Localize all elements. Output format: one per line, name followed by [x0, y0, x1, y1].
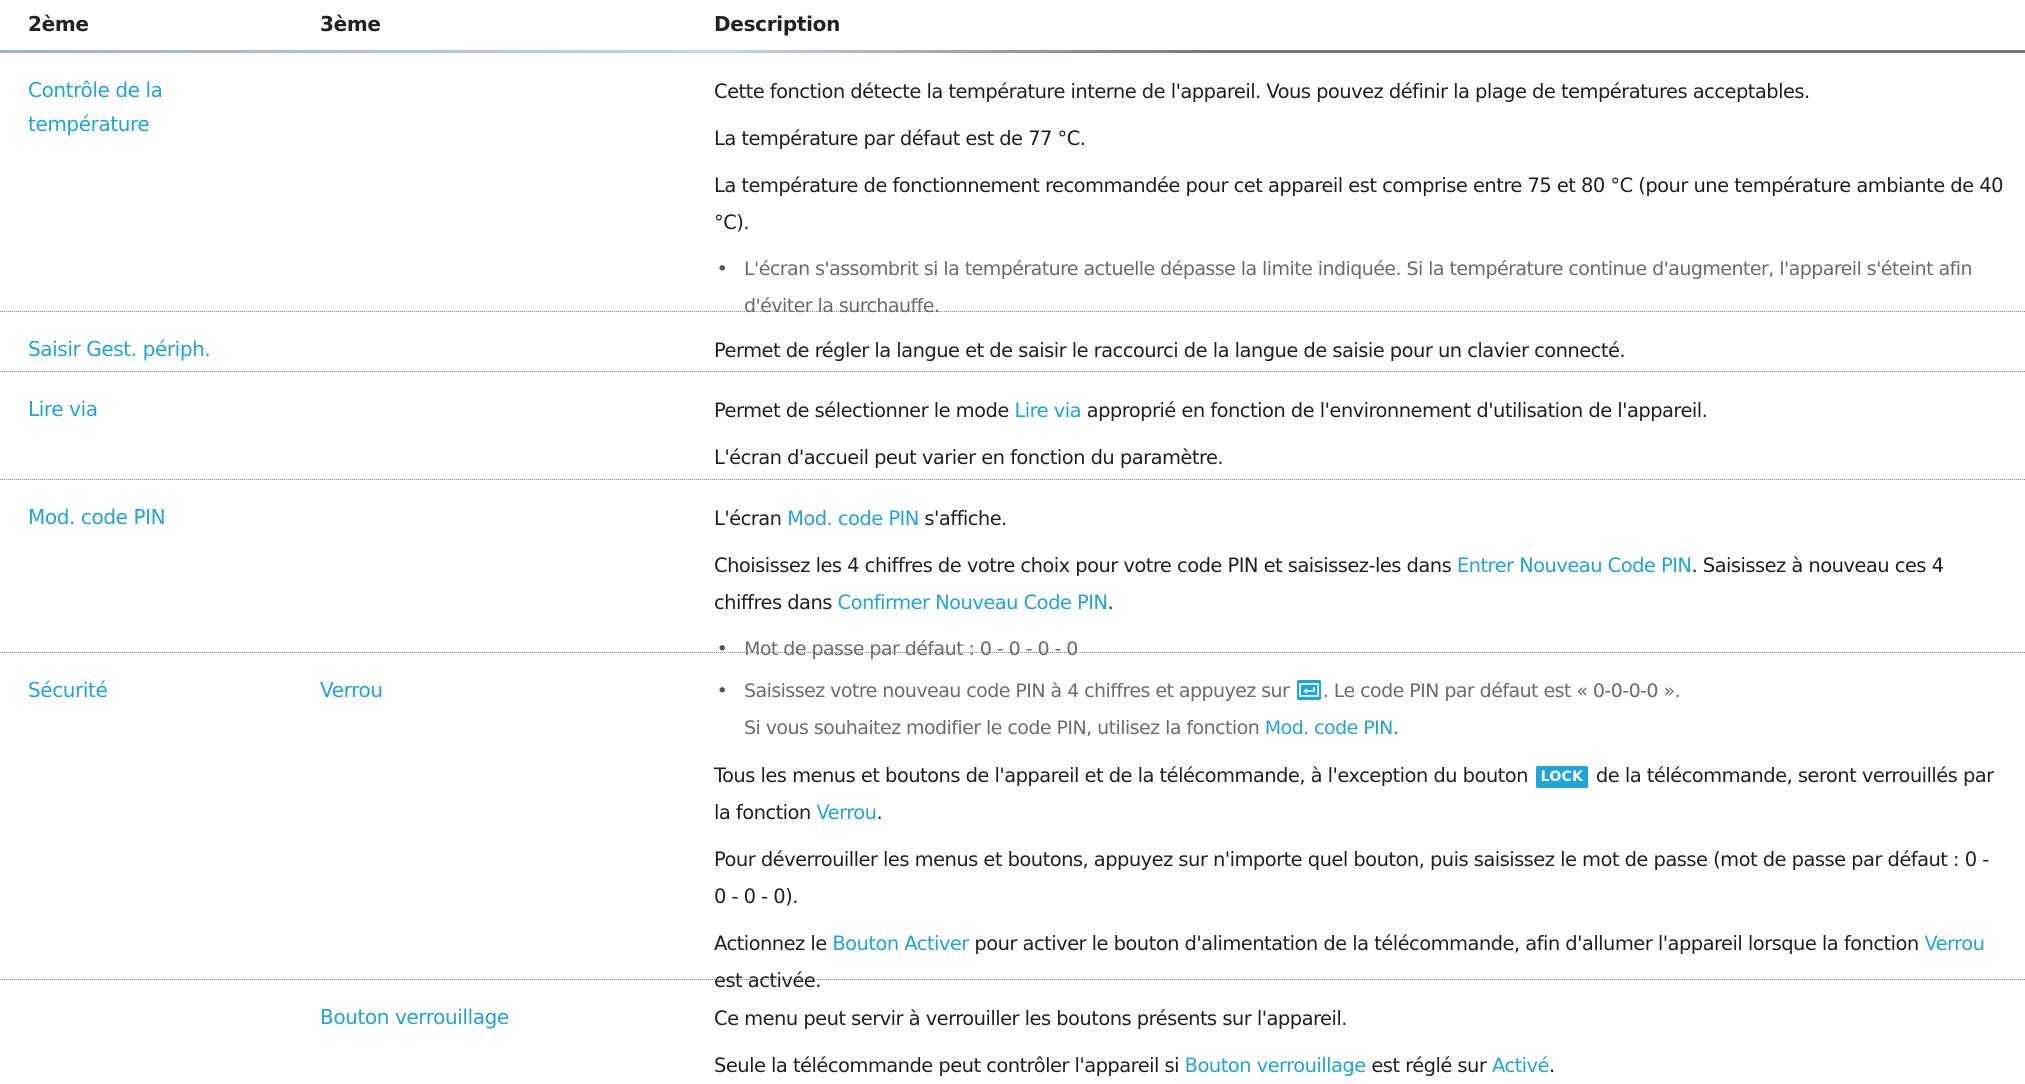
menu-item-input-device[interactable]: Saisir Gest. périph. — [28, 332, 318, 366]
header-col-2eme: 2ème — [28, 12, 89, 36]
link-verrou[interactable]: Verrou — [1924, 932, 1985, 955]
menu-item-security[interactable]: Sécurité — [28, 673, 318, 707]
table-row-play-via: Lire via Permet de sélectionner le mode … — [0, 372, 2025, 480]
link-mod-code-pin[interactable]: Mod. code PIN — [787, 507, 919, 530]
table-header: 2ème 3ème Description — [0, 0, 2025, 53]
description-text: Seule la télécommande peut contrôler l'a… — [714, 1054, 1555, 1077]
description-text: La température de fonctionnement recomma… — [714, 174, 2004, 234]
submenu-item-lock[interactable]: Verrou — [320, 673, 700, 707]
menu-item-temperature[interactable]: Contrôle de la température — [28, 73, 248, 141]
header-col-description: Description — [714, 12, 841, 36]
menu-item-play-via[interactable]: Lire via — [28, 392, 318, 426]
menu-item-label[interactable]: Lire via — [28, 397, 98, 421]
settings-table: 2ème 3ème Description Contrôle de la tem… — [0, 0, 2025, 1077]
description-text: Ce menu peut servir à verrouiller les bo… — [714, 1007, 1347, 1030]
submenu-item-label[interactable]: Bouton verrouillage — [320, 1005, 509, 1029]
description-cell: L'écran Mod. code PIN s'affiche. Choisis… — [714, 500, 2004, 678]
bullet-icon: • — [716, 680, 728, 702]
note: • Saisissez votre nouveau code PIN à 4 c… — [714, 673, 2004, 747]
link-mod-code-pin[interactable]: Mod. code PIN — [1265, 717, 1394, 739]
table-row-change-pin: Mod. code PIN L'écran Mod. code PIN s'af… — [0, 480, 2025, 660]
table-row-temperature: Contrôle de la température Cette fonctio… — [0, 53, 2025, 317]
description-text: Permet de régler la langue et de saisir … — [714, 339, 1626, 362]
description-text: La température par défaut est de 77 °C. — [714, 127, 1086, 150]
description-text: L'écran d'accueil peut varier en fonctio… — [714, 446, 1224, 469]
menu-item-change-pin[interactable]: Mod. code PIN — [28, 500, 318, 534]
description-cell: Ce menu peut servir à verrouiller les bo… — [714, 1000, 2004, 1084]
submenu-item-label[interactable]: Verrou — [320, 678, 383, 702]
table-row-button-lock: Bouton verrouillage Ce menu peut servir … — [0, 980, 2025, 1077]
description-text: Choisissez les 4 chiffres de votre choix… — [714, 554, 1944, 614]
description-text: L'écran Mod. code PIN s'affiche. — [714, 507, 1007, 530]
menu-item-label[interactable]: Sécurité — [28, 678, 108, 702]
enter-icon — [1296, 680, 1321, 700]
table-row-input-device: Saisir Gest. périph. Permet de régler la… — [0, 312, 2025, 372]
link-new-pin[interactable]: Entrer Nouveau Code PIN — [1457, 554, 1692, 577]
description-cell: • Saisissez votre nouveau code PIN à 4 c… — [714, 673, 2004, 999]
description-text: Cette fonction détecte la température in… — [714, 80, 1810, 103]
link-confirm-pin[interactable]: Confirmer Nouveau Code PIN — [838, 591, 1108, 614]
menu-item-label[interactable]: Mod. code PIN — [28, 505, 166, 529]
description-cell: Permet de régler la langue et de saisir … — [714, 332, 2004, 369]
lock-key-badge: LOCK — [1535, 766, 1589, 788]
description-cell: Cette fonction détecte la température in… — [714, 73, 2004, 335]
header-col-3eme: 3ème — [320, 12, 381, 36]
menu-item-label[interactable]: Contrôle de la température — [28, 78, 163, 136]
menu-item-label[interactable]: Saisir Gest. périph. — [28, 337, 211, 361]
description-text: Pour déverrouiller les menus et boutons,… — [714, 848, 1989, 908]
link-lire-via[interactable]: Lire via — [1014, 399, 1081, 422]
description-text: Tous les menus et boutons de l'appareil … — [714, 764, 1994, 824]
bullet-icon: • — [716, 258, 728, 280]
link-bouton-verrouillage[interactable]: Bouton verrouillage — [1185, 1054, 1367, 1077]
table-row-security-lock: Sécurité Verrou • Saisissez votre nouvea… — [0, 653, 2025, 992]
description-cell: Permet de sélectionner le mode Lire via … — [714, 392, 2004, 476]
link-verrou[interactable]: Verrou — [816, 801, 877, 824]
link-active[interactable]: Activé — [1492, 1054, 1550, 1077]
description-text: Permet de sélectionner le mode Lire via … — [714, 399, 1708, 422]
note-text: L'écran s'assombrit si la température ac… — [744, 258, 1973, 317]
link-bouton-activer[interactable]: Bouton Activer — [832, 932, 969, 955]
submenu-item-button-lock[interactable]: Bouton verrouillage — [320, 1000, 700, 1034]
